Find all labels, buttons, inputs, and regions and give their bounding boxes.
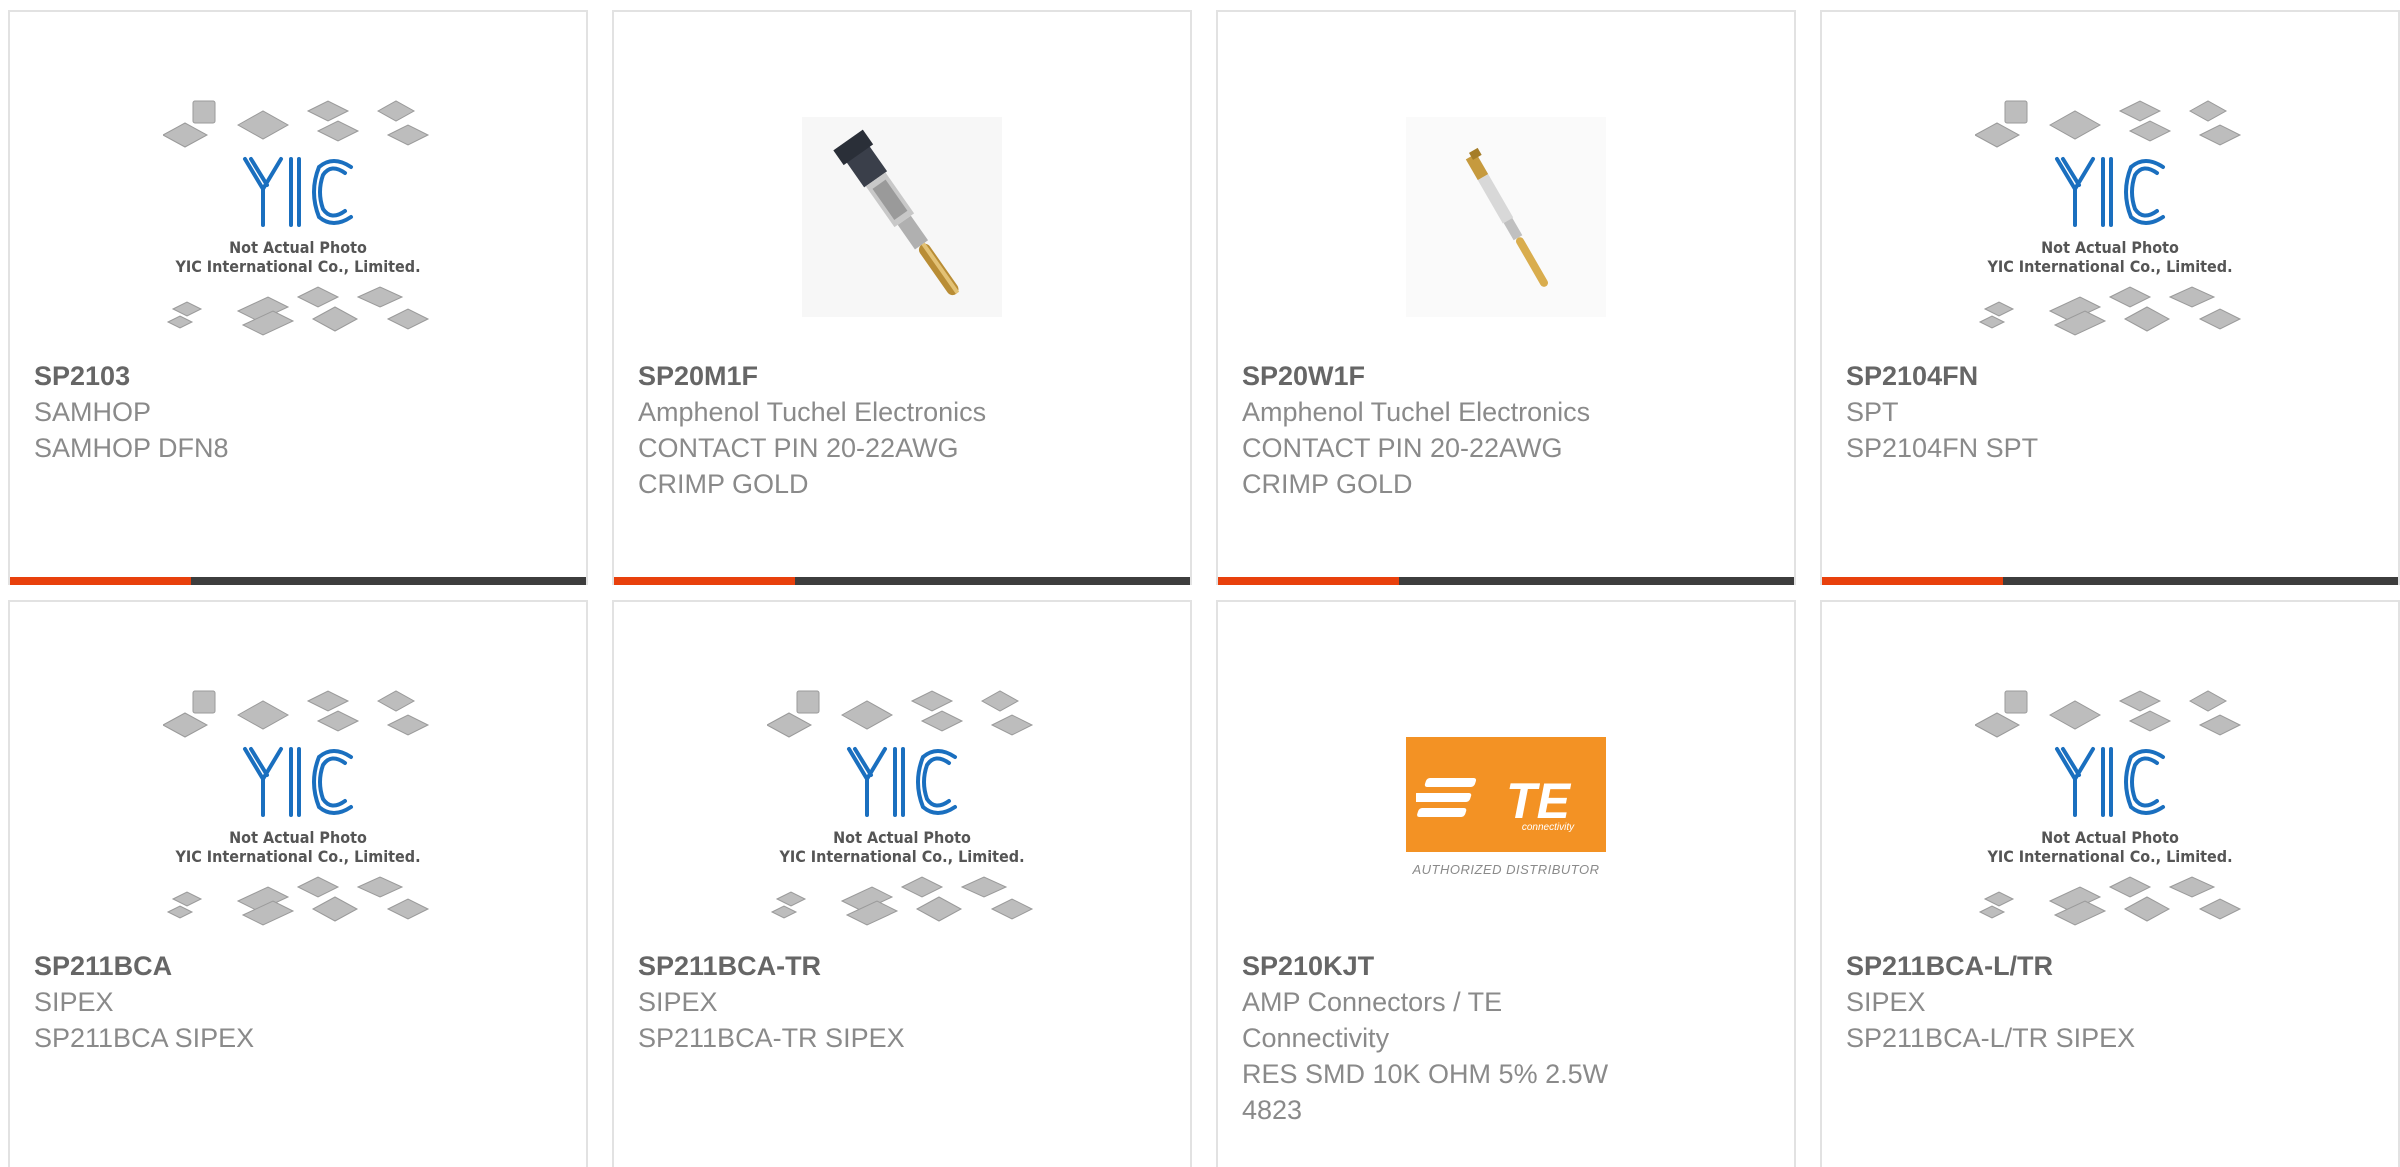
product-image[interactable]: Not Actual Photo YIC International Co., … — [10, 672, 586, 942]
card-footer-bar — [614, 577, 1190, 585]
part-number-link[interactable]: SP20W1F — [1242, 358, 1770, 394]
part-number-link[interactable]: SP211BCA — [34, 948, 562, 984]
product-image[interactable] — [1218, 82, 1794, 352]
svg-text:YIC International Co., Limited: YIC International Co., Limited. — [174, 847, 420, 866]
part-number-link[interactable]: SP211BCA-TR — [638, 948, 1166, 984]
card-footer-bar — [10, 577, 586, 585]
description: CONTACT PIN 20-22AWG — [638, 433, 959, 463]
svg-text:TE: TE — [1506, 773, 1572, 829]
product-card[interactable]: Not Actual Photo YIC International Co., … — [8, 600, 588, 1167]
product-card[interactable]: SP20W1F Amphenol Tuchel Electronics CONT… — [1216, 10, 1796, 585]
manufacturer: AMP Connectors / TE — [1242, 987, 1503, 1017]
svg-text:YIC International Co., Limited: YIC International Co., Limited. — [1986, 257, 2232, 276]
product-image[interactable]: Not Actual Photo YIC International Co., … — [1822, 672, 2398, 942]
yic-placeholder-icon: Not Actual Photo YIC International Co., … — [767, 687, 1037, 927]
card-footer-bar — [1218, 577, 1794, 585]
yic-placeholder-icon: Not Actual Photo YIC International Co., … — [163, 97, 433, 337]
description: SP211BCA-L/TR SIPEX — [1846, 1023, 2136, 1053]
manufacturer: SIPEX — [1846, 987, 1926, 1017]
product-image[interactable] — [614, 82, 1190, 352]
yic-placeholder-icon: Not Actual Photo YIC International Co., … — [1975, 687, 2245, 927]
svg-text:YIC International Co., Limited: YIC International Co., Limited. — [174, 257, 420, 276]
contact-pin-small-photo — [1406, 117, 1606, 317]
yic-placeholder-icon: Not Actual Photo YIC International Co., … — [1975, 97, 2245, 337]
product-card[interactable]: Not Actual Photo YIC International Co., … — [1820, 10, 2400, 585]
part-number-link[interactable]: SP2104FN — [1846, 358, 2374, 394]
yic-placeholder-icon: Not Actual Photo YIC International Co., … — [163, 687, 433, 927]
svg-text:YIC International Co., Limited: YIC International Co., Limited. — [1986, 847, 2232, 866]
manufacturer: SAMHOP — [34, 397, 152, 427]
product-grid: Not Actual Photo YIC International Co., … — [0, 0, 2400, 1167]
part-number-link[interactable]: SP20M1F — [638, 358, 1166, 394]
description: RES SMD 10K OHM 5% 2.5W — [1242, 1059, 1609, 1089]
product-card[interactable]: Not Actual Photo YIC International Co., … — [1820, 600, 2400, 1167]
svg-text:YIC International Co., Limited: YIC International Co., Limited. — [778, 847, 1024, 866]
description: 4823 — [1242, 1095, 1303, 1125]
part-number-link[interactable]: SP211BCA-L/TR — [1846, 948, 2374, 984]
description: SP2104FN SPT — [1846, 433, 2039, 463]
te-logo-subtitle: AUTHORIZED DISTRIBUTOR — [1412, 862, 1600, 877]
svg-text:Not Actual Photo: Not Actual Photo — [229, 238, 367, 257]
product-card[interactable]: TE connectivity AUTHORIZED DISTRIBUTOR S… — [1216, 600, 1796, 1167]
description: SP211BCA-TR SIPEX — [638, 1023, 905, 1053]
description: CRIMP GOLD — [1242, 469, 1413, 499]
svg-text:Not Actual Photo: Not Actual Photo — [833, 828, 971, 847]
svg-text:Not Actual Photo: Not Actual Photo — [2041, 238, 2179, 257]
description: SAMHOP DFN8 — [34, 433, 229, 463]
manufacturer: Connectivity — [1242, 1023, 1390, 1053]
svg-text:Not Actual Photo: Not Actual Photo — [2041, 828, 2179, 847]
manufacturer: SIPEX — [34, 987, 114, 1017]
product-image[interactable]: Not Actual Photo YIC International Co., … — [1822, 82, 2398, 352]
product-image[interactable]: Not Actual Photo YIC International Co., … — [614, 672, 1190, 942]
product-card[interactable]: Not Actual Photo YIC International Co., … — [8, 10, 588, 585]
product-image[interactable]: TE connectivity AUTHORIZED DISTRIBUTOR — [1218, 672, 1794, 942]
manufacturer: Amphenol Tuchel Electronics — [638, 397, 987, 427]
svg-text:connectivity: connectivity — [1522, 822, 1575, 833]
product-card[interactable]: SP20M1F Amphenol Tuchel Electronics CONT… — [612, 10, 1192, 585]
manufacturer: SIPEX — [638, 987, 718, 1017]
description: CONTACT PIN 20-22AWG — [1242, 433, 1563, 463]
contact-pin-large-photo — [802, 117, 1002, 317]
card-footer-bar — [1822, 577, 2398, 585]
te-logo-icon: TE connectivity AUTHORIZED DISTRIBUTOR — [1406, 737, 1606, 877]
product-card[interactable]: Not Actual Photo YIC International Co., … — [612, 600, 1192, 1167]
part-number-link[interactable]: SP210KJT — [1242, 948, 1770, 984]
svg-text:Not Actual Photo: Not Actual Photo — [229, 828, 367, 847]
manufacturer: SPT — [1846, 397, 1899, 427]
description: CRIMP GOLD — [638, 469, 809, 499]
manufacturer: Amphenol Tuchel Electronics — [1242, 397, 1591, 427]
part-number-link[interactable]: SP2103 — [34, 358, 562, 394]
product-image[interactable]: Not Actual Photo YIC International Co., … — [10, 82, 586, 352]
description: SP211BCA SIPEX — [34, 1023, 255, 1053]
